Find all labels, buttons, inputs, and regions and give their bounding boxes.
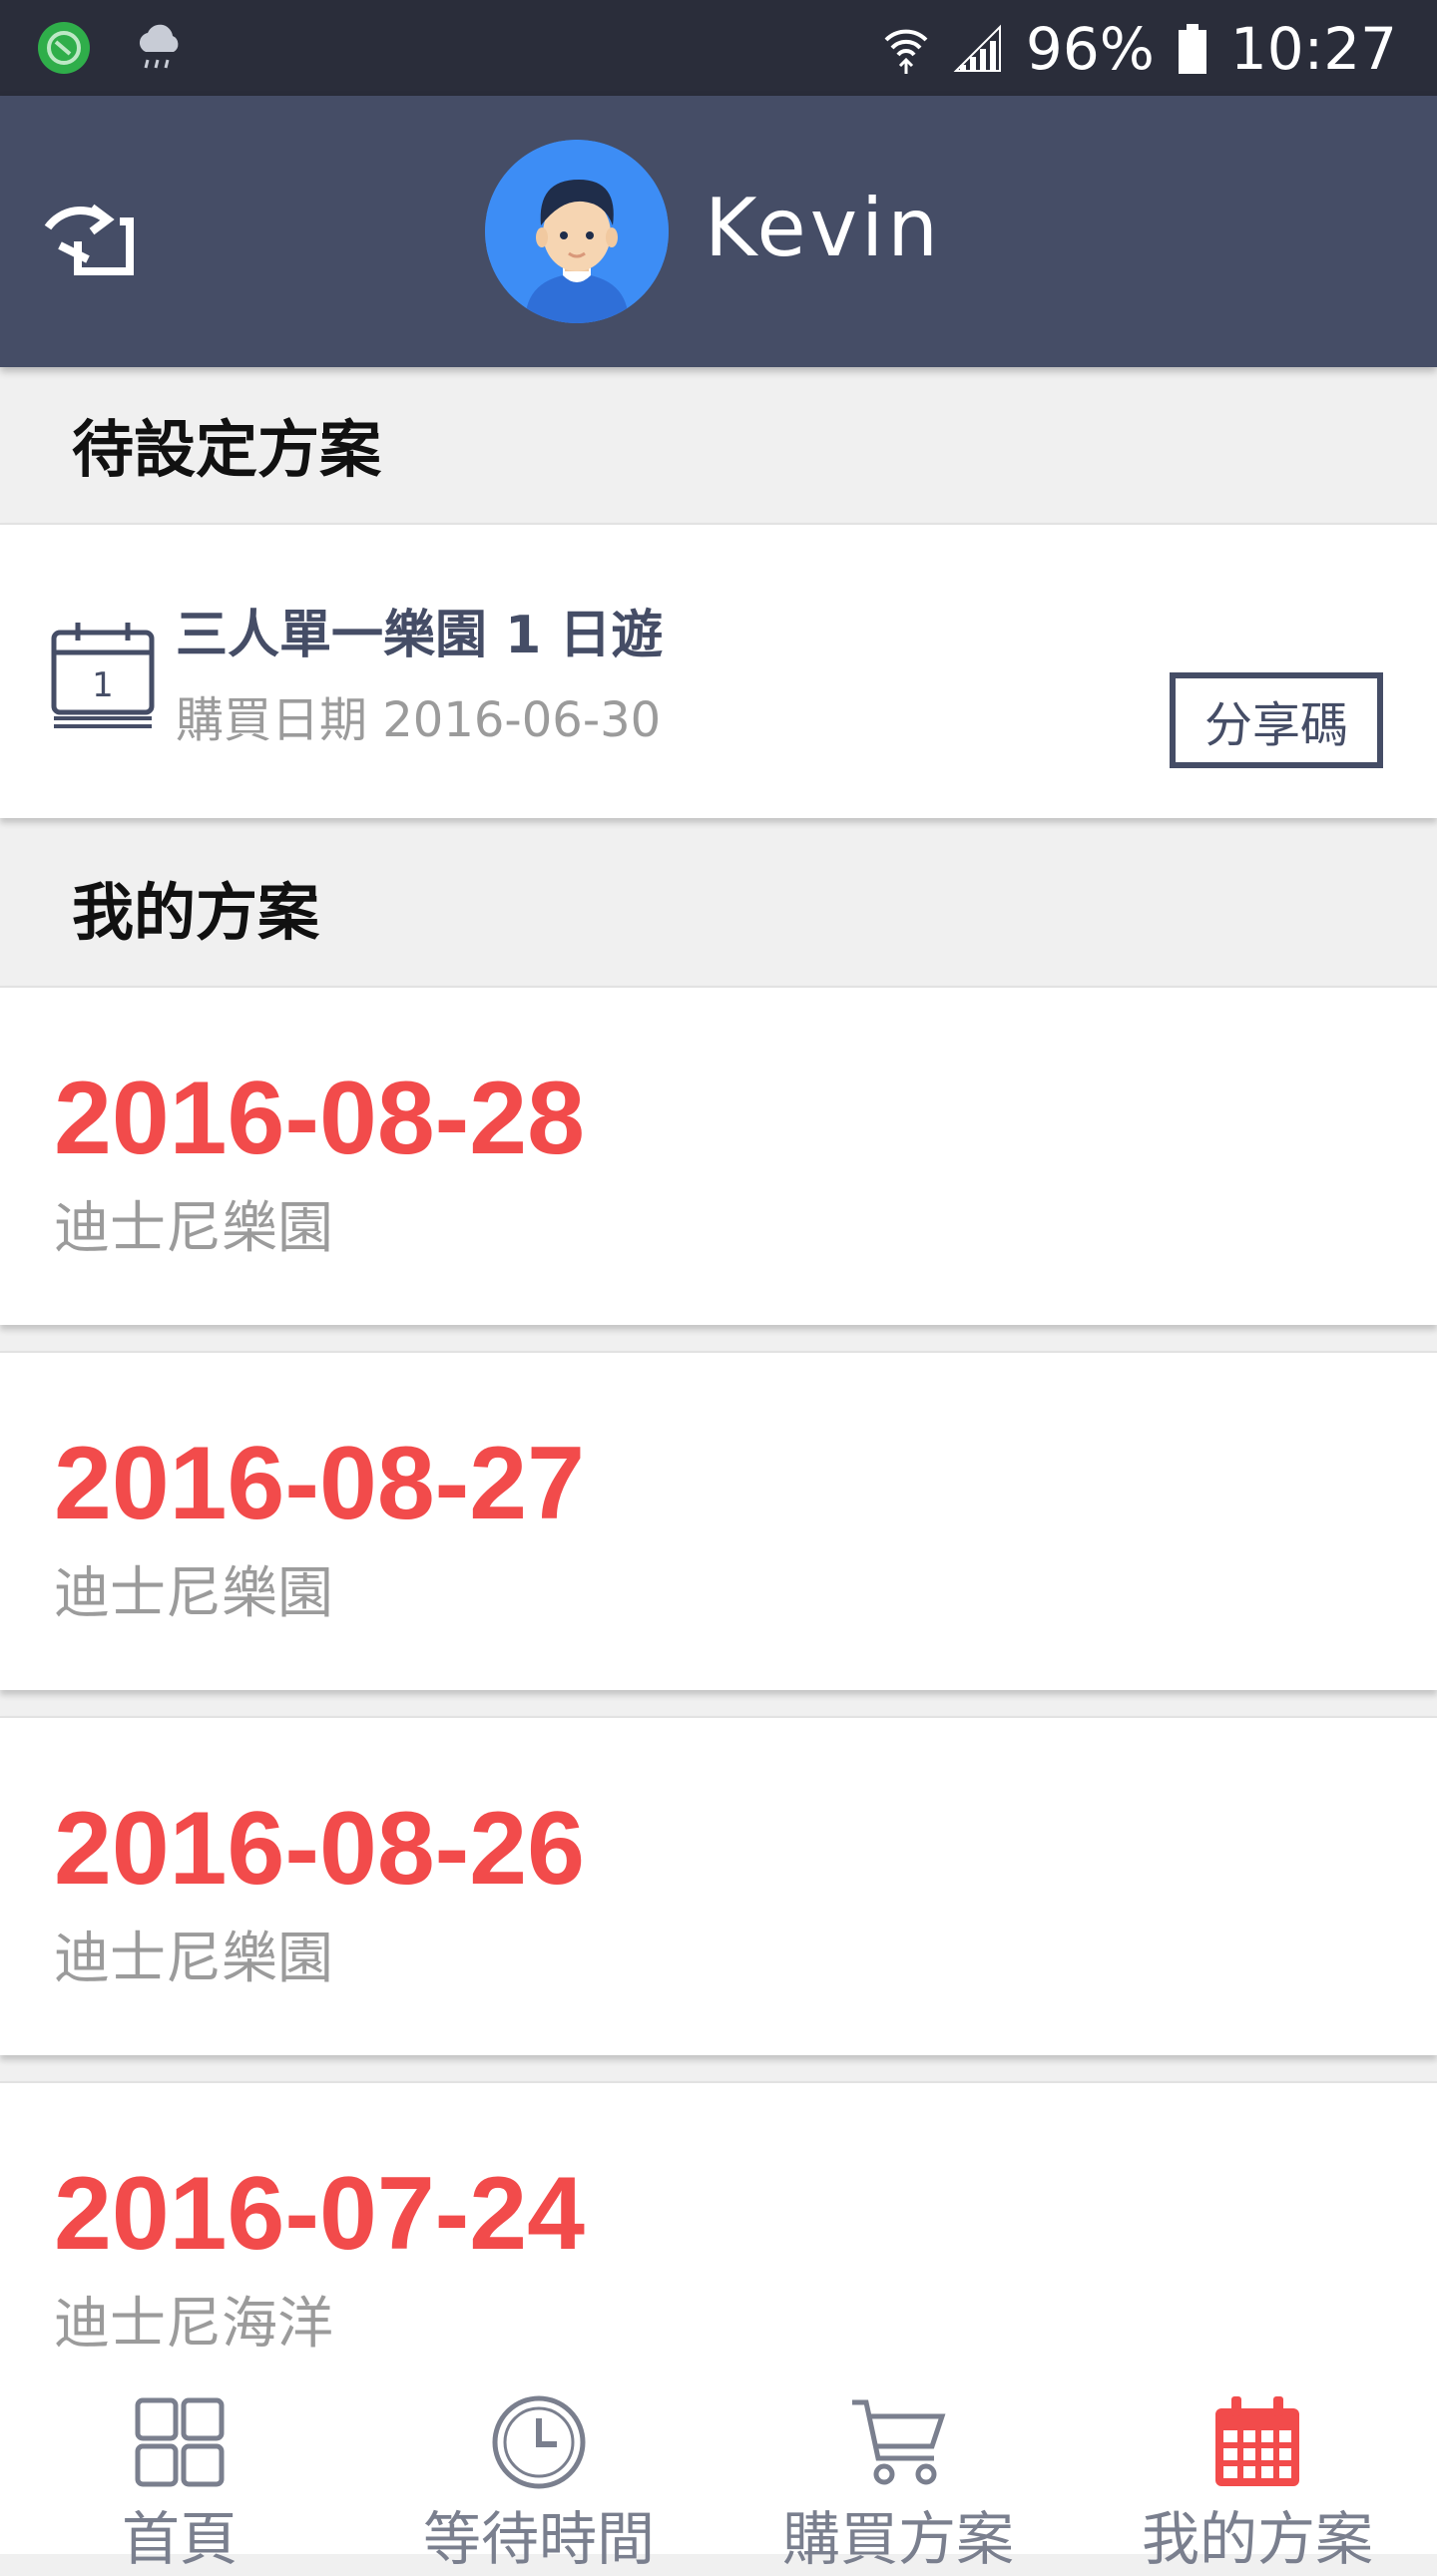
plan-park: 迪士尼海洋: [54, 2292, 333, 2357]
tab-wait-time-label: 等待時間: [422, 2505, 655, 2573]
tab-wait-time[interactable]: 等待時間: [359, 2370, 718, 2573]
plan-park: 迪士尼樂園: [54, 1927, 333, 1991]
battery-icon: [1178, 24, 1206, 74]
signal-icon: [953, 24, 1001, 72]
wifi-icon: [884, 29, 928, 74]
pending-plan-title: 三人單一樂園 1 日遊: [176, 606, 664, 665]
clock-time: 10:27: [1229, 15, 1397, 83]
username: Kevin: [705, 182, 942, 274]
bottom-tab-bar: 首頁 等待時間 購買方案 我的方案: [0, 2370, 1437, 2573]
plan-park: 迪士尼樂園: [54, 1196, 333, 1261]
cart-icon: [852, 2399, 946, 2485]
plan-card[interactable]: 2016-07-24 迪士尼海洋: [0, 2081, 1437, 2380]
tab-buy-plans[interactable]: 購買方案: [718, 2370, 1078, 2573]
logout-icon[interactable]: [40, 196, 136, 275]
plan-date: 2016-08-27: [54, 1426, 585, 1541]
tab-home[interactable]: 首頁: [0, 2370, 359, 2573]
tab-home-label: 首頁: [121, 2505, 238, 2573]
calendar-icon: 1: [51, 623, 155, 728]
share-code-button[interactable]: 分享碼: [1170, 672, 1383, 768]
plan-date: 2016-08-26: [54, 1791, 585, 1907]
plan-park: 迪士尼樂園: [54, 1561, 333, 1626]
plan-date: 2016-07-24: [54, 2156, 585, 2272]
tab-my-plans-label: 我的方案: [1141, 2505, 1373, 2573]
calendar-icon: [1215, 2396, 1299, 2486]
plan-card[interactable]: 2016-08-26 迪士尼樂園: [0, 1716, 1437, 2055]
avatar[interactable]: [485, 140, 669, 323]
weather-rain-icon: [139, 24, 179, 69]
pending-section-title: 待設定方案: [72, 413, 382, 486]
grid-icon: [135, 2397, 225, 2487]
clock-icon: [492, 2395, 586, 2489]
battery-percent: 96%: [1025, 15, 1155, 83]
plan-card[interactable]: 2016-08-27 迪士尼樂園: [0, 1351, 1437, 1690]
profile-header: Kevin: [0, 96, 1437, 367]
status-bar: 96% 10:27: [0, 0, 1437, 96]
pending-plan-card[interactable]: 1 三人單一樂園 1 日遊 購買日期 2016-06-30 分享碼: [0, 523, 1437, 818]
plan-card[interactable]: 2016-08-28 迪士尼樂園: [0, 986, 1437, 1325]
calendar-day-number: 1: [92, 665, 114, 705]
my-plans-section-title: 我的方案: [72, 876, 320, 949]
purchase-date: 購買日期 2016-06-30: [176, 692, 662, 748]
app-notification-icon: [38, 22, 90, 74]
plan-date: 2016-08-28: [54, 1061, 585, 1176]
user-avatar-icon: [485, 140, 669, 323]
tab-buy-plans-label: 購買方案: [781, 2505, 1014, 2573]
tab-my-plans[interactable]: 我的方案: [1078, 2370, 1437, 2573]
